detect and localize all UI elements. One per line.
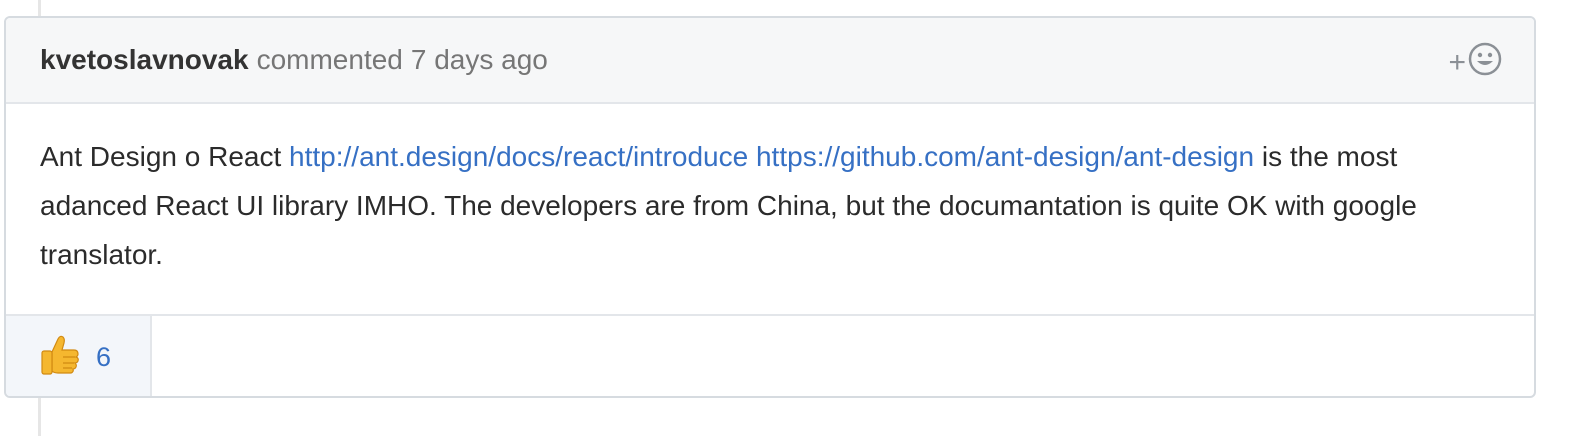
comment-timestamp-link[interactable]: 7 days ago bbox=[411, 44, 548, 76]
comment-body-text-prefix: Ant Design o React bbox=[40, 141, 290, 172]
add-reaction-button[interactable]: + bbox=[1448, 42, 1502, 84]
reactions-bar: 6 bbox=[6, 316, 1534, 396]
comment-header: kvetoslavnovak commented 7 days ago + bbox=[6, 18, 1534, 104]
comment-card: kvetoslavnovak commented 7 days ago + An… bbox=[4, 16, 1536, 398]
comment-author-link[interactable]: kvetoslavnovak bbox=[40, 44, 249, 76]
thumbs-up-count: 6 bbox=[96, 341, 112, 372]
add-reaction-plus: + bbox=[1448, 46, 1466, 79]
comment-body-link-ant-design-github[interactable]: https://github.com/ant-design/ant-design bbox=[756, 141, 1254, 172]
comment-action-text: commented bbox=[256, 44, 403, 75]
smiley-icon bbox=[1468, 42, 1502, 84]
comment-body-link-ant-design-docs[interactable]: http://ant.design/docs/react/introduce bbox=[289, 141, 748, 172]
thumbs-up-reaction-button[interactable]: 6 bbox=[6, 316, 152, 396]
timeline-line-bottom bbox=[38, 398, 41, 436]
comment-body: Ant Design o React http://ant.design/doc… bbox=[6, 104, 1534, 316]
thumbs-up-icon bbox=[38, 333, 82, 382]
